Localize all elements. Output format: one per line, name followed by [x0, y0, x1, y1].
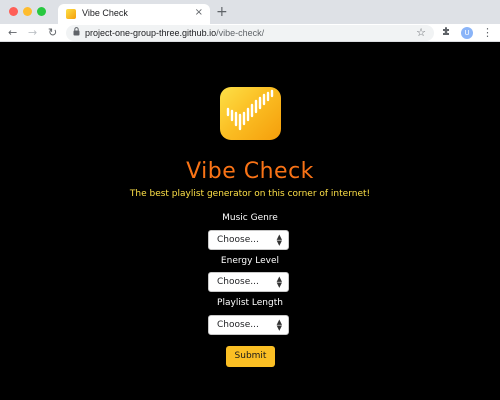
forward-icon[interactable]: → [28, 26, 37, 40]
url-path: /vibe-check/ [216, 28, 265, 38]
menu-icon[interactable]: ⋮ [482, 26, 493, 40]
vibe-check-logo [220, 87, 281, 140]
playlist-length-value: Choose... [217, 320, 259, 330]
url-text[interactable]: project-one-group-three.github.io/vibe-c… [85, 27, 264, 39]
minimize-window-button[interactable] [23, 7, 32, 16]
zoom-window-button[interactable] [37, 7, 46, 16]
playlist-length-label: Playlist Length [217, 298, 283, 308]
address-bar[interactable]: project-one-group-three.github.io/vibe-c… [66, 25, 434, 41]
star-icon[interactable]: ☆ [416, 26, 426, 40]
url-host: project-one-group-three.github.io [85, 28, 217, 38]
page-title: Vibe Check [186, 159, 314, 184]
tab-close-icon[interactable]: × [195, 7, 203, 19]
page-tagline: The best playlist generator on this corn… [129, 189, 371, 199]
extensions-icon[interactable] [441, 26, 451, 41]
reload-icon[interactable]: ↻ [48, 26, 57, 40]
energy-level-select[interactable]: Choose... ▲ ▼ [208, 272, 289, 292]
select-arrows-icon: ▲ ▼ [276, 233, 282, 247]
energy-level-label: Energy Level [220, 256, 280, 266]
select-arrows-icon: ▲ ▼ [276, 275, 282, 289]
page-content: Vibe Check The best playlist generator o… [0, 43, 500, 400]
tab-title: Vibe Check [82, 8, 128, 18]
tab-vibe-check[interactable]: Vibe Check × [58, 4, 210, 24]
browser-window: Vibe Check × + ← → ↻ project-one-group-t… [0, 0, 500, 400]
lock-icon[interactable] [73, 27, 80, 40]
tab-strip: Vibe Check × + [0, 0, 500, 24]
profile-avatar[interactable]: U [461, 27, 473, 39]
submit-button[interactable]: Submit [226, 346, 275, 367]
close-window-button[interactable] [9, 7, 18, 16]
back-icon[interactable]: ← [8, 26, 17, 40]
music-genre-value: Choose... [217, 235, 259, 245]
browser-toolbar: ← → ↻ project-one-group-three.github.io/… [0, 24, 500, 42]
music-genre-label: Music Genre [222, 213, 278, 223]
select-arrows-icon: ▲ ▼ [276, 318, 282, 332]
energy-level-value: Choose... [217, 277, 259, 287]
new-tab-button[interactable]: + [216, 5, 228, 19]
music-genre-select[interactable]: Choose... ▲ ▼ [208, 230, 289, 250]
favicon-icon [66, 9, 76, 19]
playlist-length-select[interactable]: Choose... ▲ ▼ [208, 315, 289, 335]
